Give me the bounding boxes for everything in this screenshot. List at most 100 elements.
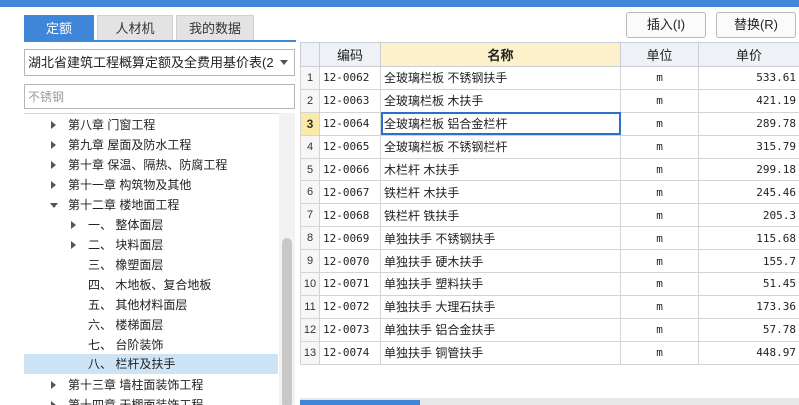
tree-item[interactable]: 第八章 门窗工程 bbox=[24, 115, 278, 135]
cell-code[interactable]: 12-0074 bbox=[319, 340, 381, 365]
expand-right-icon[interactable] bbox=[51, 141, 56, 149]
expand-right-icon[interactable] bbox=[51, 181, 56, 189]
cell-unit[interactable]: m bbox=[620, 111, 699, 136]
cell-price[interactable]: 448.97 bbox=[698, 340, 799, 365]
table-row[interactable]: 7 12-0068 铁栏杆 铁扶手 m 205.3 bbox=[300, 203, 799, 228]
cell-unit[interactable]: m bbox=[620, 294, 699, 319]
tree-item[interactable]: 五、 其他材料面层 bbox=[24, 295, 278, 315]
filter-input[interactable] bbox=[24, 84, 295, 109]
table-row[interactable]: 1 12-0062 全玻璃栏板 不锈钢扶手 m 533.61 bbox=[300, 66, 799, 90]
cell-unit[interactable]: m bbox=[620, 66, 699, 90]
column-header-price[interactable]: 单价 bbox=[698, 42, 799, 67]
column-header-name[interactable]: 名称 bbox=[380, 42, 621, 67]
cell-unit[interactable]: m bbox=[620, 249, 699, 274]
cell-price[interactable]: 421.19 bbox=[698, 88, 799, 113]
cell-name[interactable]: 单独扶手 塑料扶手 bbox=[380, 272, 621, 296]
cell-name-active[interactable]: 全玻璃栏板 铝合金栏杆 bbox=[380, 111, 621, 136]
cell-name[interactable]: 单独扶手 硬木扶手 bbox=[380, 249, 621, 274]
cell-code[interactable]: 12-0070 bbox=[319, 249, 381, 274]
cell-unit[interactable]: m bbox=[620, 180, 699, 205]
cell-name[interactable]: 铁栏杆 铁扶手 bbox=[380, 203, 621, 228]
cell-code[interactable]: 12-0073 bbox=[319, 317, 381, 342]
column-header-unit[interactable]: 单位 bbox=[620, 42, 699, 67]
cell-code[interactable]: 12-0067 bbox=[319, 180, 381, 205]
cell-name[interactable]: 全玻璃栏板 木扶手 bbox=[380, 88, 621, 113]
tree-item[interactable]: 第十二章 楼地面工程 bbox=[24, 195, 278, 215]
cell-price[interactable]: 173.36 bbox=[698, 294, 799, 319]
cell-price[interactable]: 57.78 bbox=[698, 317, 799, 342]
expand-right-icon[interactable] bbox=[51, 381, 56, 389]
cell-price[interactable]: 299.18 bbox=[698, 157, 799, 182]
tree-item[interactable]: 第十一章 构筑物及其他 bbox=[24, 175, 278, 195]
expand-right-icon[interactable] bbox=[51, 401, 56, 405]
tree-item[interactable]: 第九章 屋面及防水工程 bbox=[24, 135, 278, 155]
cell-name[interactable]: 单独扶手 大理石扶手 bbox=[380, 294, 621, 319]
tree-item[interactable]: 二、 块料面层 bbox=[24, 235, 278, 255]
cell-code[interactable]: 12-0065 bbox=[319, 134, 381, 159]
cell-price[interactable]: 205.3 bbox=[698, 203, 799, 228]
expand-right-icon[interactable] bbox=[51, 121, 56, 129]
cell-code[interactable]: 12-0072 bbox=[319, 294, 381, 319]
cell-unit[interactable]: m bbox=[620, 226, 699, 251]
cell-unit[interactable]: m bbox=[620, 203, 699, 228]
library-select[interactable]: 湖北省建筑工程概算定额及全费用基价表(2022 bbox=[24, 49, 295, 76]
tree-scrollbar-thumb[interactable] bbox=[282, 238, 292, 405]
table-row[interactable]: 9 12-0070 单独扶手 硬木扶手 m 155.7 bbox=[300, 249, 799, 274]
table-row[interactable]: 2 12-0063 全玻璃栏板 木扶手 m 421.19 bbox=[300, 88, 799, 113]
cell-name[interactable]: 全玻璃栏板 不锈钢栏杆 bbox=[380, 134, 621, 159]
cell-code[interactable]: 12-0069 bbox=[319, 226, 381, 251]
table-row[interactable]: 12 12-0073 单独扶手 铝合金扶手 m 57.78 bbox=[300, 317, 799, 342]
table-row[interactable]: 11 12-0072 单独扶手 大理石扶手 m 173.36 bbox=[300, 294, 799, 319]
expand-right-icon[interactable] bbox=[51, 161, 56, 169]
cell-unit[interactable]: m bbox=[620, 88, 699, 113]
tree-item[interactable]: 四、 木地板、复合地板 bbox=[24, 275, 278, 295]
table-horizontal-scrollbar[interactable] bbox=[300, 398, 799, 405]
expand-right-icon[interactable] bbox=[71, 241, 76, 249]
cell-code[interactable]: 12-0064 bbox=[319, 111, 381, 136]
cell-name[interactable]: 全玻璃栏板 不锈钢扶手 bbox=[380, 66, 621, 90]
cell-price[interactable]: 315.79 bbox=[698, 134, 799, 159]
cell-name[interactable]: 铁栏杆 木扶手 bbox=[380, 180, 621, 205]
table-row[interactable]: 10 12-0071 单独扶手 塑料扶手 m 51.45 bbox=[300, 272, 799, 296]
table-row[interactable]: 8 12-0069 单独扶手 不锈钢扶手 m 115.68 bbox=[300, 226, 799, 251]
tab-quota[interactable]: 定额 bbox=[24, 15, 94, 41]
tab-labor-material-machine[interactable]: 人材机 bbox=[97, 15, 173, 41]
expand-down-icon[interactable] bbox=[50, 203, 58, 208]
expand-right-icon[interactable] bbox=[71, 221, 76, 229]
table-row[interactable]: 13 12-0074 单独扶手 铜管扶手 m 448.97 bbox=[300, 340, 799, 365]
column-header-code[interactable]: 编码 bbox=[319, 42, 381, 67]
insert-button[interactable]: 插入(I) bbox=[626, 12, 706, 38]
cell-code[interactable]: 12-0063 bbox=[319, 88, 381, 113]
replace-button[interactable]: 替换(R) bbox=[716, 12, 796, 38]
tree-item[interactable]: 第十三章 墙柱面装饰工程 bbox=[24, 375, 278, 395]
cell-code[interactable]: 12-0062 bbox=[319, 66, 381, 90]
tree-scrollbar[interactable] bbox=[279, 113, 295, 405]
cell-code[interactable]: 12-0066 bbox=[319, 157, 381, 182]
tree-item[interactable]: 一、 整体面层 bbox=[24, 215, 278, 235]
cell-name[interactable]: 木栏杆 木扶手 bbox=[380, 157, 621, 182]
cell-unit[interactable]: m bbox=[620, 340, 699, 365]
cell-price[interactable]: 245.46 bbox=[698, 180, 799, 205]
tree-item[interactable]: 三、 橡塑面层 bbox=[24, 255, 278, 275]
cell-price[interactable]: 115.68 bbox=[698, 226, 799, 251]
tree-item[interactable]: 第十四章 天棚面装饰工程 bbox=[24, 395, 278, 405]
table-row[interactable]: 4 12-0065 全玻璃栏板 不锈钢栏杆 m 315.79 bbox=[300, 134, 799, 159]
cell-unit[interactable]: m bbox=[620, 272, 699, 296]
cell-name[interactable]: 单独扶手 铝合金扶手 bbox=[380, 317, 621, 342]
table-row-selected[interactable]: 3 12-0064 全玻璃栏板 铝合金栏杆 m 289.78 bbox=[300, 111, 799, 136]
chevron-down-icon[interactable] bbox=[280, 60, 288, 65]
cell-price[interactable]: 533.61 bbox=[698, 66, 799, 90]
cell-code[interactable]: 12-0068 bbox=[319, 203, 381, 228]
cell-unit[interactable]: m bbox=[620, 157, 699, 182]
table-row[interactable]: 6 12-0067 铁栏杆 木扶手 m 245.46 bbox=[300, 180, 799, 205]
cell-unit[interactable]: m bbox=[620, 317, 699, 342]
tree-item[interactable]: 六、 楼梯面层 bbox=[24, 315, 278, 335]
cell-price[interactable]: 289.78 bbox=[698, 111, 799, 136]
cell-price[interactable]: 155.7 bbox=[698, 249, 799, 274]
cell-name[interactable]: 单独扶手 铜管扶手 bbox=[380, 340, 621, 365]
cell-unit[interactable]: m bbox=[620, 134, 699, 159]
tree-item[interactable]: 第十章 保温、隔热、防腐工程 bbox=[24, 155, 278, 175]
tab-my-data[interactable]: 我的数据 bbox=[176, 15, 254, 41]
cell-name[interactable]: 单独扶手 不锈钢扶手 bbox=[380, 226, 621, 251]
tree-item-selected[interactable]: 八、 栏杆及扶手 bbox=[24, 354, 278, 374]
